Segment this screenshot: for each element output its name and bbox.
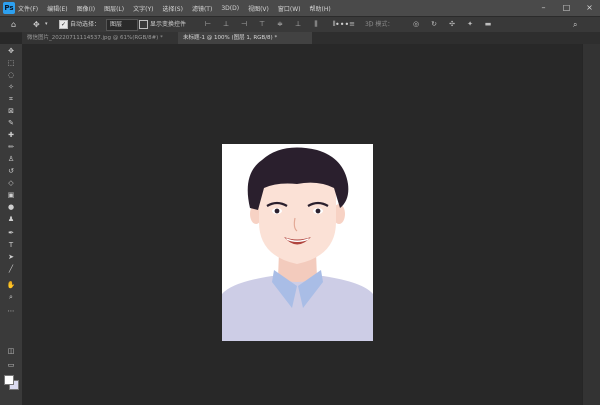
document-tabs: 微信图片_20220711114537.jpg @ 61%(RGB/8#) * … (22, 32, 600, 44)
menu-help[interactable]: 帮助(H) (310, 4, 331, 13)
window-controls: – □ × (539, 3, 594, 12)
menu-window[interactable]: 窗口(W) (278, 4, 301, 13)
foreground-color-swatch[interactable] (4, 375, 14, 385)
menu-view[interactable]: 视图(V) (248, 4, 269, 13)
blur-tool-icon[interactable]: ● (5, 203, 17, 212)
hand-tool-icon[interactable]: ✋ (5, 281, 17, 290)
chevron-down-icon[interactable]: ▾ (45, 19, 48, 30)
show-transform-label: 显示变换控件 (150, 21, 187, 28)
close-icon[interactable]: × (585, 3, 594, 12)
zoom-tool-icon[interactable]: ⌕ (5, 293, 17, 302)
3d-mode-buttons: ◎ ↻ ✣ ✦ ▬ (412, 19, 492, 29)
3d-orbit-icon[interactable]: ◎ (412, 19, 420, 29)
3d-scale-icon[interactable]: ▬ (484, 19, 492, 29)
move-tool-icon[interactable]: ✥ (33, 19, 40, 30)
tab-wechat-image[interactable]: 微信图片_20220711114537.jpg @ 61%(RGB/8#) * (22, 32, 182, 44)
quick-mask-icon[interactable]: ◫ (5, 347, 17, 356)
auto-select-value: 图层 (110, 21, 123, 28)
menu-edit[interactable]: 编辑(E) (47, 4, 67, 13)
clone-stamp-tool-icon[interactable]: ♙ (5, 155, 17, 164)
menu-image[interactable]: 图像(I) (77, 4, 95, 13)
brush-tool-icon[interactable]: ✏ (5, 143, 17, 152)
align-hcenter-icon[interactable]: ⊥ (222, 19, 230, 29)
more-tools-icon[interactable]: ⋯ (5, 307, 17, 316)
distribute-v-icon[interactable]: ≡ (348, 19, 356, 29)
3d-mode-label: 3D 模式： (365, 21, 394, 28)
line-tool-icon[interactable]: ╱ (5, 265, 17, 274)
document-canvas[interactable] (222, 144, 373, 341)
pupil-right (315, 208, 321, 214)
pen-tool-icon[interactable]: ✒ (5, 229, 17, 238)
magic-wand-tool-icon[interactable]: ✧ (5, 83, 17, 92)
3d-slide-icon[interactable]: ✦ (466, 19, 474, 29)
align-bottom-icon[interactable]: ⊥ (294, 19, 302, 29)
frame-tool-icon[interactable]: ⊠ (5, 107, 17, 116)
menu-bar: Ps 文件(F) 编辑(E) 图像(I) 图层(L) 文字(Y) 选择(S) 滤… (0, 0, 600, 16)
show-transform-checkbox[interactable] (139, 20, 148, 29)
path-selection-tool-icon[interactable]: ➤ (5, 253, 17, 262)
history-brush-tool-icon[interactable]: ↺ (5, 167, 17, 176)
gradient-tool-icon[interactable]: ▣ (5, 191, 17, 200)
options-bar: ⌂ ✥ ▾ ✓ 自动选择： 图层 显示变换控件 ⊢ ⊥ ⊣ ⊤ ≑ ⊥ ⫼ ⦀ … (0, 16, 600, 33)
menu-filter[interactable]: 滤镜(T) (192, 4, 212, 13)
auto-select-label: 自动选择： (70, 21, 101, 28)
menu-select[interactable]: 选择(S) (162, 4, 183, 13)
3d-pan-icon[interactable]: ✣ (448, 19, 456, 29)
home-icon[interactable]: ⌂ (11, 19, 16, 30)
pupil-left (274, 208, 280, 214)
more-options-icon[interactable]: ••• (335, 19, 349, 30)
maximize-icon[interactable]: □ (562, 3, 571, 12)
align-top-icon[interactable]: ⊤ (258, 19, 266, 29)
menu-type[interactable]: 文字(Y) (133, 4, 153, 13)
3d-roll-icon[interactable]: ↻ (430, 19, 438, 29)
eraser-tool-icon[interactable]: ◇ (5, 179, 17, 188)
align-left-icon[interactable]: ⊢ (204, 19, 212, 29)
marquee-tool-icon[interactable]: ⬚ (5, 59, 17, 68)
main-menu: 文件(F) 编辑(E) 图像(I) 图层(L) 文字(Y) 选择(S) 滤镜(T… (18, 0, 331, 16)
right-panel-strip (582, 44, 600, 405)
menu-layer[interactable]: 图层(L) (104, 4, 124, 13)
tools-panel: ✥ ⬚ ◌ ✧ ⌗ ⊠ ✎ ✚ ✏ ♙ ↺ ◇ ▣ ● ♟ ✒ T ➤ ╱ ✋ … (0, 44, 22, 405)
auto-select-dropdown[interactable]: 图层 (106, 19, 138, 31)
move-tool-icon[interactable]: ✥ (5, 47, 17, 56)
menu-3d[interactable]: 3D(D) (221, 5, 239, 12)
auto-select-checkbox[interactable]: ✓ (59, 20, 68, 29)
lasso-tool-icon[interactable]: ◌ (5, 71, 17, 80)
search-icon[interactable]: ⌕ (573, 19, 577, 30)
shirt (222, 276, 373, 341)
type-tool-icon[interactable]: T (5, 241, 17, 250)
distribute-icon[interactable]: ⫼ (312, 19, 320, 29)
eyedropper-tool-icon[interactable]: ✎ (5, 119, 17, 128)
align-right-icon[interactable]: ⊣ (240, 19, 248, 29)
screen-mode-icon[interactable]: ▭ (5, 361, 17, 370)
healing-brush-tool-icon[interactable]: ✚ (5, 131, 17, 140)
minimize-icon[interactable]: – (539, 3, 548, 12)
tab-untitled-1[interactable]: 未标题-1 @ 100% (图层 1, RGB/8) * (178, 32, 312, 44)
tab-label: 未标题-1 @ 100% (图层 1, RGB/8) * (183, 35, 278, 41)
crop-tool-icon[interactable]: ⌗ (5, 95, 17, 104)
app-logo: Ps (3, 2, 15, 14)
tab-label: 微信图片_20220711114537.jpg @ 61%(RGB/8#) * (27, 35, 163, 41)
dodge-tool-icon[interactable]: ♟ (5, 215, 17, 224)
portrait-illustration (222, 147, 373, 341)
menu-file[interactable]: 文件(F) (18, 4, 38, 13)
align-vcenter-icon[interactable]: ≑ (276, 19, 284, 29)
